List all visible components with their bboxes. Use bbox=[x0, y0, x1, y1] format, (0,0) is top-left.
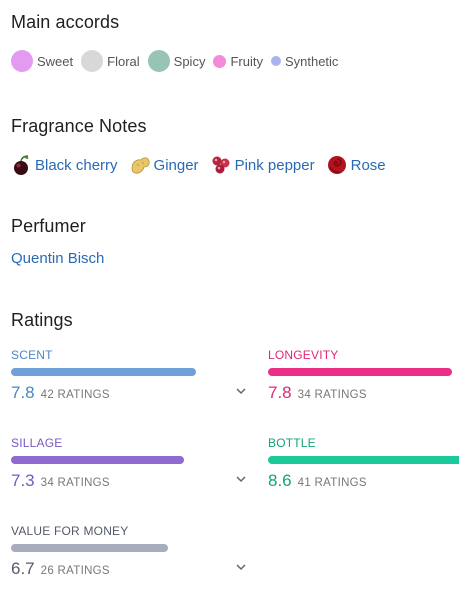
accord-synthetic: Synthetic bbox=[270, 53, 339, 69]
rating-value: 8.6 bbox=[268, 471, 292, 490]
perfumer-link[interactable]: Quentin Bisch bbox=[11, 250, 104, 267]
rating-row: 7.3 34 RATINGS bbox=[11, 471, 197, 491]
rating-bottle: BOTTLE 8.6 41 RATINGS bbox=[268, 436, 459, 491]
note-rose[interactable]: Rose bbox=[326, 154, 386, 176]
ratings-title: Ratings bbox=[11, 310, 73, 330]
rating-label: LONGEVITY bbox=[268, 348, 339, 362]
accord-spicy-dot bbox=[147, 50, 170, 72]
rating-bar bbox=[268, 368, 452, 376]
chevron-down-icon[interactable] bbox=[234, 560, 248, 574]
accord-floral: Floral bbox=[81, 50, 140, 72]
main-accords-title: Main accords bbox=[11, 12, 120, 32]
rating-count: 26 RATINGS bbox=[40, 565, 110, 577]
rating-label: SILLAGE bbox=[11, 436, 63, 450]
rating-row: 7.8 34 RATINGS bbox=[268, 383, 454, 403]
accord-fruity-dot bbox=[213, 54, 227, 68]
accord-sweet-dot bbox=[11, 50, 33, 72]
rating-row: 6.7 26 RATINGS bbox=[11, 559, 197, 579]
note-black-cherry[interactable]: Black cherry bbox=[10, 154, 118, 176]
rating-value: 7.8 bbox=[268, 383, 292, 402]
rating-scent: SCENT 7.8 42 RATINGS bbox=[11, 348, 197, 403]
rating-longevity: LONGEVITY 7.8 34 RATINGS bbox=[268, 348, 454, 403]
rating-value: 6.7 bbox=[11, 559, 35, 578]
rating-value: 7.3 bbox=[11, 471, 35, 490]
accord-spicy: Spicy bbox=[147, 50, 206, 72]
rating-bar bbox=[268, 456, 459, 464]
pink-pepper-icon bbox=[212, 156, 230, 174]
accord-label: Fruity bbox=[230, 53, 263, 69]
rating-count: 42 RATINGS bbox=[40, 389, 110, 401]
fragrance-notes-title: Fragrance Notes bbox=[11, 116, 147, 136]
note-label: Ginger bbox=[153, 156, 199, 174]
note-pink-pepper[interactable]: Pink pepper bbox=[210, 154, 315, 176]
rating-count: 34 RATINGS bbox=[40, 477, 110, 489]
rating-bar bbox=[11, 456, 184, 464]
rating-value: 7.8 bbox=[11, 383, 35, 402]
ginger-icon bbox=[131, 157, 150, 174]
rating-label: VALUE FOR MONEY bbox=[11, 524, 129, 538]
chevron-down-icon[interactable] bbox=[234, 384, 248, 398]
rating-row: 8.6 41 RATINGS bbox=[268, 471, 459, 491]
note-label: Pink pepper bbox=[234, 156, 315, 174]
rating-count: 34 RATINGS bbox=[297, 389, 367, 401]
rose-icon bbox=[327, 156, 346, 174]
accord-label: Spicy bbox=[173, 53, 206, 69]
rating-label: BOTTLE bbox=[268, 436, 316, 450]
rating-sillage: SILLAGE 7.3 34 RATINGS bbox=[11, 436, 197, 491]
note-ginger[interactable]: Ginger bbox=[129, 154, 199, 176]
perfumer-title: Perfumer bbox=[11, 216, 86, 236]
rating-bar bbox=[11, 544, 168, 552]
accord-label: Sweet bbox=[37, 53, 74, 69]
rating-label: SCENT bbox=[11, 348, 53, 362]
notes-list: Black cherry Ginger Pink pepper Rose bbox=[10, 152, 397, 178]
accord-floral-dot bbox=[81, 50, 104, 72]
rating-row: 7.8 42 RATINGS bbox=[11, 383, 197, 403]
accords-list: Sweet Floral Spicy Fruity Synthetic bbox=[11, 50, 346, 72]
accord-label: Floral bbox=[107, 53, 140, 69]
chevron-down-icon[interactable] bbox=[234, 472, 248, 486]
rating-bar bbox=[11, 368, 196, 376]
note-label: Rose bbox=[350, 156, 386, 174]
rating-value-for-money: VALUE FOR MONEY 6.7 26 RATINGS bbox=[11, 524, 197, 579]
rating-count: 41 RATINGS bbox=[297, 477, 367, 489]
black-cherry-icon bbox=[14, 155, 29, 175]
accord-synthetic-dot bbox=[270, 56, 281, 66]
note-label: Black cherry bbox=[35, 156, 118, 174]
accord-sweet: Sweet bbox=[11, 50, 73, 72]
accord-fruity: Fruity bbox=[213, 54, 263, 69]
accord-label: Synthetic bbox=[284, 53, 339, 69]
